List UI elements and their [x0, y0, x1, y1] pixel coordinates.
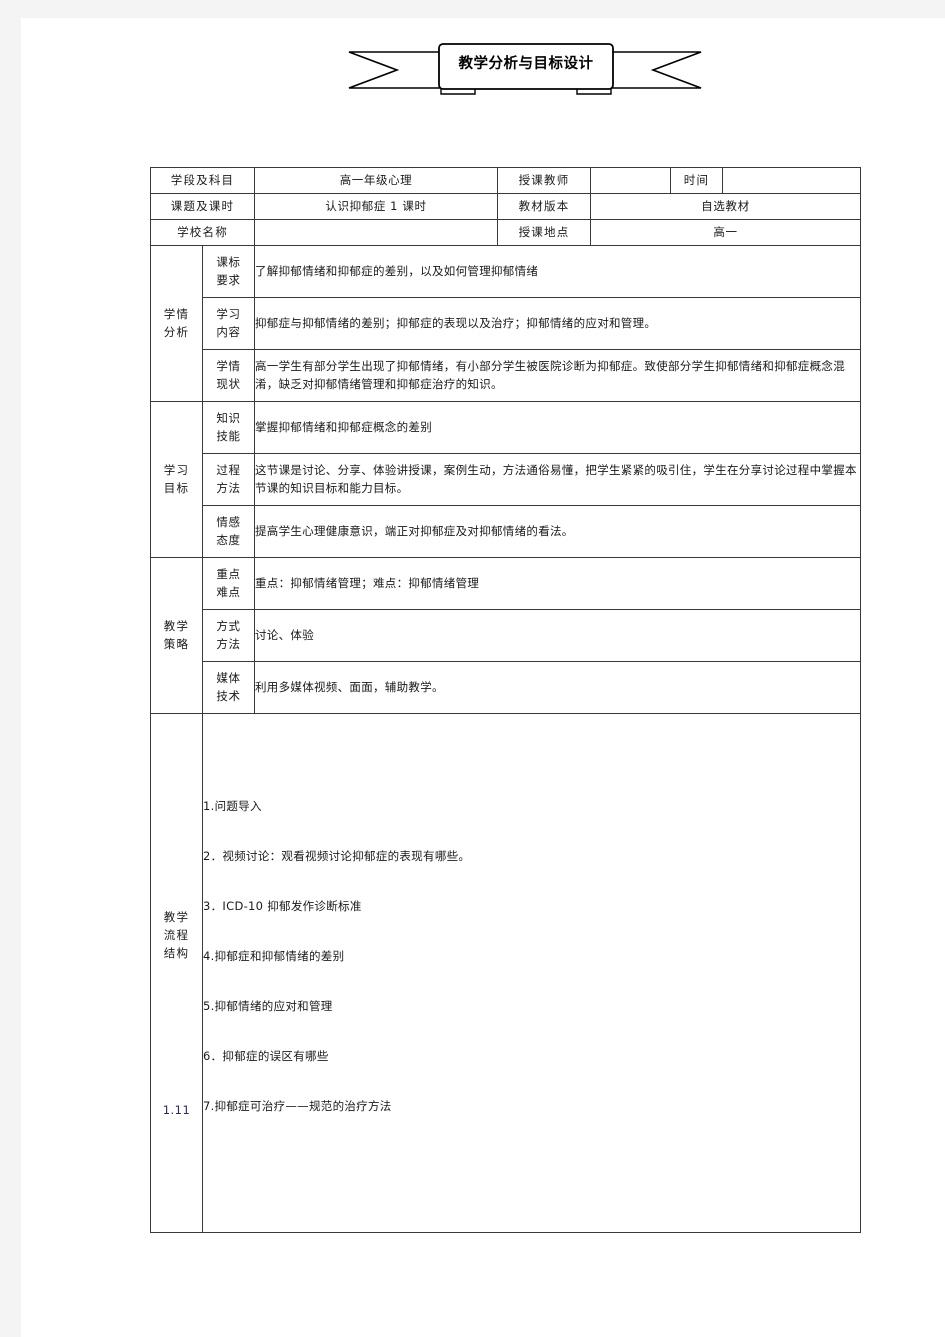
section-label-line: 流程 [163, 927, 190, 942]
subfield-text-key-difficult: 重点：抑郁情绪管理；难点：抑郁情绪管理 [254, 557, 861, 610]
subfield-label-line: 过程 [216, 462, 241, 477]
subfield-label-line: 要求 [216, 272, 241, 287]
section-label-line: 结构 [163, 945, 190, 960]
subfield-label-line: 现状 [216, 376, 241, 391]
ribbon-banner: 教学分析与目标设计 [345, 38, 705, 100]
table-row: 学习 目标 知识 技能 掌握抑郁情绪和抑郁症概念的差别 [150, 401, 861, 558]
subfield-label-line: 学情 [216, 358, 241, 373]
document-page: 教学分析与目标设计 学段及科目 高一年级心理 授课教师 时间 课题及课时 认识抑… [21, 18, 945, 1337]
subfield-label-line: 情感 [216, 514, 241, 529]
field-label-teacher: 授课教师 [497, 167, 591, 194]
field-label-location: 授课地点 [497, 219, 591, 246]
subfield-text-mode-method: 讨论、体验 [254, 609, 861, 662]
subfield-label-line: 难点 [216, 584, 241, 599]
flow-step: 7.抑郁症可治疗——规范的治疗方法 [203, 1099, 392, 1113]
subfield-label-line: 知识 [216, 410, 241, 425]
section-label-teaching-flow: 教学 流程 结构 1.11 [150, 713, 203, 1233]
flow-step: 2．视频讨论：观看视频讨论抑郁症的表现有哪些。 [203, 849, 471, 863]
table-row: 学情 分析 课标 要求 了解抑郁情绪和抑郁症的差别，以及如何管理抑郁情绪 [150, 245, 861, 402]
field-value-teacher[interactable] [590, 167, 671, 194]
lesson-plan-table: 学段及科目 高一年级心理 授课教师 时间 课题及课时 认识抑郁症 1 课时 教材… [150, 167, 861, 1233]
field-value-textbook: 自选教材 [590, 193, 861, 220]
section-label-line: 策略 [163, 636, 190, 651]
flow-step: 4.抑郁症和抑郁情绪的差别 [203, 949, 345, 963]
section-label-student-analysis: 学情 分析 [150, 245, 203, 402]
subfield-text-emotion-attitude: 提高学生心理健康意识，端正对抑郁症及对抑郁情绪的看法。 [254, 505, 861, 558]
subfield-label-line: 学习 [216, 306, 241, 321]
field-label-subject: 学段及科目 [150, 167, 255, 194]
section-label-line: 学情 [163, 306, 190, 321]
field-value-time[interactable] [722, 167, 861, 194]
field-label-time: 时间 [670, 167, 723, 194]
subfield-text-student-status: 高一学生有部分学生出现了抑郁情绪，有小部分学生被医院诊断为抑郁症。致使部分学生抑… [254, 349, 861, 402]
section-label-line: 分析 [163, 324, 190, 339]
flow-step: 3．ICD-10 抑郁发作诊断标准 [203, 899, 362, 913]
subfield-label-line: 内容 [216, 324, 241, 339]
table-row: 课题及课时 认识抑郁症 1 课时 教材版本 自选教材 [150, 193, 861, 220]
subfield-text-curriculum-requirement: 了解抑郁情绪和抑郁症的差别，以及如何管理抑郁情绪 [254, 245, 861, 298]
field-label-topic: 课题及课时 [150, 193, 255, 220]
subfield-label-key-difficult: 重点 难点 [202, 557, 255, 610]
flow-step: 5.抑郁情绪的应对和管理 [203, 999, 333, 1013]
subfield-label-line: 重点 [216, 566, 241, 581]
table-row: 媒体 技术 利用多媒体视频、面面，辅助教学。 [151, 661, 861, 714]
table-row: 学校名称 授课地点 高一 [150, 219, 861, 246]
subfield-label-process-method: 过程 方法 [202, 453, 255, 506]
page-title: 教学分析与目标设计 [458, 56, 594, 72]
section-label-line: 教学 [163, 618, 190, 633]
section-label-line: 教学 [163, 910, 190, 924]
subfield-label-mode-method: 方式 方法 [202, 609, 255, 662]
subfield-label-emotion-attitude: 情感 态度 [202, 505, 255, 558]
subfield-text-process-method: 这节课是讨论、分享、体验讲授课，案例生动，方法通俗易懂，把学生紧紧的吸引住，学生… [254, 453, 861, 506]
table-row: 情感 态度 提高学生心理健康意识，端正对抑郁症及对抑郁情绪的看法。 [151, 505, 861, 558]
subfield-label-line: 技术 [216, 688, 241, 703]
subfield-text-learning-content: 抑郁症与抑郁情绪的差别；抑郁症的表现以及治疗；抑郁情绪的应对和管理。 [254, 297, 861, 350]
subfield-label-media-technology: 媒体 技术 [202, 661, 255, 714]
subfield-label-line: 方法 [216, 480, 241, 495]
subfield-label-curriculum-requirement: 课标 要求 [202, 245, 255, 298]
field-value-school[interactable] [254, 219, 498, 246]
subfield-label-line: 态度 [216, 532, 241, 547]
subfield-label-line: 媒体 [216, 670, 241, 685]
flow-footnote: 1.11 [162, 1103, 191, 1117]
subfield-text-media-technology: 利用多媒体视频、面面，辅助教学。 [254, 661, 861, 714]
subfield-label-line: 方法 [216, 636, 241, 651]
section-label-teaching-strategy: 教学 策略 [150, 557, 203, 714]
subfield-label-line: 课标 [216, 254, 241, 269]
table-row: 学习 内容 抑郁症与抑郁情绪的差别；抑郁症的表现以及治疗；抑郁情绪的应对和管理。 [151, 297, 861, 350]
section-label-line: 目标 [163, 480, 190, 495]
subfield-label-knowledge-skills: 知识 技能 [202, 401, 255, 454]
field-label-school: 学校名称 [150, 219, 255, 246]
field-value-location: 高一 [590, 219, 861, 246]
subfield-label-learning-content: 学习 内容 [202, 297, 255, 350]
table-row: 学段及科目 高一年级心理 授课教师 时间 [150, 167, 861, 194]
section-label-learning-objectives: 学习 目标 [150, 401, 203, 558]
field-label-textbook: 教材版本 [497, 193, 591, 220]
flow-step: 1.问题导入 [203, 799, 262, 813]
table-row: 教学 流程 结构 1.11 1.问题导入 2．视频讨论：观看视频讨论抑郁症的表现… [150, 713, 861, 1233]
section-label-line: 学习 [163, 462, 190, 477]
table-row: 教学 策略 重点 难点 重点：抑郁情绪管理；难点：抑郁情绪管理 [150, 557, 861, 714]
subfield-label-line: 方式 [216, 618, 241, 633]
table-row: 方式 方法 讨论、体验 [151, 609, 861, 662]
table-row: 学情 现状 高一学生有部分学生出现了抑郁情绪，有小部分学生被医院诊断为抑郁症。致… [151, 349, 861, 402]
flow-step: 6．抑郁症的误区有哪些 [203, 1049, 329, 1063]
subfield-label-student-status: 学情 现状 [202, 349, 255, 402]
table-row: 过程 方法 这节课是讨论、分享、体验讲授课，案例生动，方法通俗易懂，把学生紧紧的… [151, 453, 861, 506]
field-value-subject: 高一年级心理 [254, 167, 498, 194]
field-value-topic: 认识抑郁症 1 课时 [254, 193, 498, 220]
subfield-label-line: 技能 [216, 428, 241, 443]
teaching-flow-content: 1.问题导入 2．视频讨论：观看视频讨论抑郁症的表现有哪些。 3．ICD-10 … [202, 713, 861, 1233]
subfield-text-knowledge-skills: 掌握抑郁情绪和抑郁症概念的差别 [254, 401, 861, 454]
